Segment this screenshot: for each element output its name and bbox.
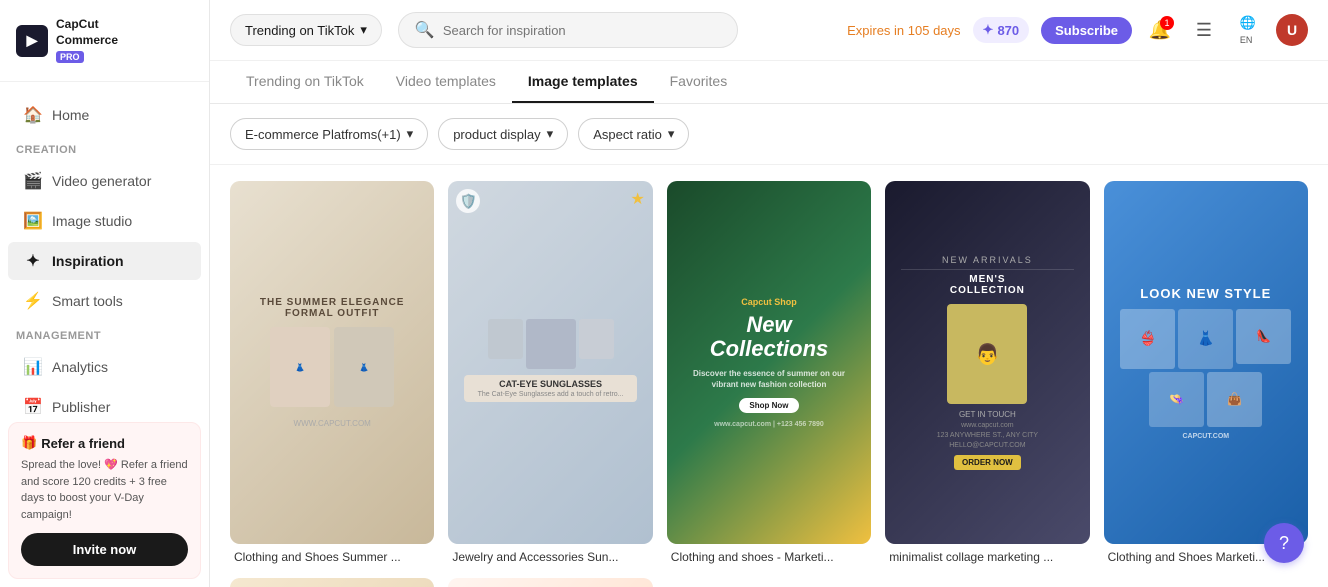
referral-card: 🎁 Refer a friend Spread the love! 💖 Refe… <box>8 422 201 579</box>
card-1-title: Clothing and Shoes Summer ... <box>230 544 434 564</box>
card-4-title: minimalist collage marketing ... <box>885 544 1089 564</box>
sidebar-item-video-generator-label: Video generator <box>52 173 151 189</box>
layout-icon: ☰ <box>1196 20 1212 41</box>
filter-ecommerce[interactable]: E-commerce Platfroms(+1) ▾ <box>230 118 428 150</box>
referral-title-text: Refer a friend <box>41 436 125 451</box>
card-3-title: Clothing and shoes - Marketi... <box>667 544 871 564</box>
sidebar-item-smart-tools[interactable]: ⚡ Smart tools <box>8 282 201 320</box>
invite-button[interactable]: Invite now <box>21 533 188 566</box>
template-grid-container: THE SUMMER ELEGANCEFORMAL OUTFIT 👗 👗 WWW… <box>210 165 1328 587</box>
language-button[interactable]: 🌐EN <box>1232 14 1264 46</box>
referral-title: 🎁 Refer a friend <box>21 435 188 451</box>
template-card-3[interactable]: Capcut Shop NewCollections Discover the … <box>667 181 871 564</box>
filter-ecommerce-label: E-commerce Platfroms(+1) <box>245 127 401 142</box>
logo-text-group: CapCut Commerce PRO <box>56 16 118 65</box>
tab-video-templates[interactable]: Video templates <box>380 61 512 103</box>
credits-button[interactable]: ✦ 870 <box>973 17 1030 43</box>
sidebar: ▶ CapCut Commerce PRO 🏠 Home Creation 🎬 … <box>0 0 210 587</box>
user-avatar[interactable]: U <box>1276 14 1308 46</box>
chevron-down-icon: ▾ <box>360 22 367 38</box>
template-card-6[interactable]: Mini VlogEps. 07 Mix andMatch 📸 Mix and … <box>230 578 434 587</box>
analytics-icon: 📊 <box>24 358 42 376</box>
sidebar-item-inspiration[interactable]: ✦ Inspiration <box>8 242 201 280</box>
sidebar-item-home[interactable]: 🏠 Home <box>8 96 201 134</box>
trending-label: Trending on TikTok <box>245 23 354 38</box>
sidebar-item-analytics[interactable]: 📊 Analytics <box>8 348 201 386</box>
tabs-bar: Trending on TikTok Video templates Image… <box>210 61 1328 104</box>
management-section-label: Management <box>0 322 209 346</box>
notification-button[interactable]: 🔔 1 <box>1144 14 1176 46</box>
diamond-icon: ✦ <box>983 22 994 38</box>
image-studio-icon: 🖼️ <box>24 212 42 230</box>
referral-description: Spread the love! 💖 Refer a friend and sc… <box>21 457 188 523</box>
template-card-4[interactable]: NEW ARRIVALS MEN'SCOLLECTION 👨 GET IN TO… <box>885 181 1089 564</box>
header-right: Expires in 105 days ✦ 870 Subscribe 🔔 1 … <box>847 14 1308 46</box>
subscribe-button[interactable]: Subscribe <box>1041 17 1132 44</box>
credits-value: 870 <box>997 23 1019 38</box>
globe-icon: 🌐EN <box>1240 15 1256 46</box>
sidebar-item-inspiration-label: Inspiration <box>52 253 124 269</box>
trending-dropdown[interactable]: Trending on TikTok ▾ <box>230 14 382 46</box>
publisher-icon: 📅 <box>24 398 42 414</box>
chevron-down-icon-product: ▾ <box>547 126 554 142</box>
search-icon: 🔍 <box>415 20 435 40</box>
sidebar-item-image-studio[interactable]: 🖼️ Image studio <box>8 202 201 240</box>
filters-bar: E-commerce Platfroms(+1) ▾ product displ… <box>210 104 1328 165</box>
referral-icon: 🎁 <box>21 435 37 451</box>
logo-icon: ▶ <box>16 25 48 57</box>
sidebar-item-home-label: Home <box>52 107 89 123</box>
layout-button[interactable]: ☰ <box>1188 14 1220 46</box>
smart-tools-icon: ⚡ <box>24 292 42 310</box>
template-card-7[interactable]: WWW.CAPCUT.COM +123-456-789 NEWCOLLECTIO… <box>448 578 652 587</box>
sidebar-item-analytics-label: Analytics <box>52 359 108 375</box>
inspiration-icon: ✦ <box>24 252 42 270</box>
tab-favorites[interactable]: Favorites <box>654 61 744 103</box>
chevron-down-icon-aspect: ▾ <box>668 126 675 142</box>
shield-icon-card2: 🛡️ <box>456 189 480 213</box>
main-content: Trending on TikTok ▾ 🔍 Expires in 105 da… <box>210 0 1328 587</box>
logo-pro-badge: PRO <box>56 51 84 63</box>
sidebar-item-video-generator[interactable]: 🎬 Video generator <box>8 162 201 200</box>
help-button[interactable]: ? <box>1264 523 1304 563</box>
star-icon-card2[interactable]: ★ <box>630 189 644 209</box>
logo-name: CapCut Commerce <box>56 17 118 47</box>
creation-section-label: Creation <box>0 136 209 160</box>
expires-text: Expires in 105 days <box>847 23 960 38</box>
sidebar-item-publisher-label: Publisher <box>52 399 110 414</box>
logo-area: ▶ CapCut Commerce PRO <box>0 0 209 82</box>
header: Trending on TikTok ▾ 🔍 Expires in 105 da… <box>210 0 1328 61</box>
template-card-1[interactable]: THE SUMMER ELEGANCEFORMAL OUTFIT 👗 👗 WWW… <box>230 181 434 564</box>
card-2-title: Jewelry and Accessories Sun... <box>448 544 652 564</box>
search-bar[interactable]: 🔍 <box>398 12 738 48</box>
sidebar-nav: 🏠 Home Creation 🎬 Video generator 🖼️ Ima… <box>0 82 209 414</box>
template-card-2[interactable]: CAT-EYE SUNGLASSES The Cat-Eye Sunglasse… <box>448 181 652 564</box>
sidebar-item-smart-tools-label: Smart tools <box>52 293 123 309</box>
video-generator-icon: 🎬 <box>24 172 42 190</box>
template-card-5[interactable]: LOOK NEW STYLE 👙 👗 👠 👒 👜 CAPCUT.COM <box>1104 181 1308 564</box>
home-icon: 🏠 <box>24 106 42 124</box>
tab-trending[interactable]: Trending on TikTok <box>230 61 380 103</box>
lang-label: EN <box>1240 35 1253 45</box>
tab-image-templates[interactable]: Image templates <box>512 61 654 103</box>
sidebar-item-image-studio-label: Image studio <box>52 213 132 229</box>
chevron-down-icon-ecommerce: ▾ <box>407 126 414 142</box>
filter-product-display-label: product display <box>453 127 540 142</box>
sidebar-item-publisher[interactable]: 📅 Publisher <box>8 388 201 414</box>
template-grid: THE SUMMER ELEGANCEFORMAL OUTFIT 👗 👗 WWW… <box>230 181 1308 587</box>
filter-aspect-ratio-label: Aspect ratio <box>593 127 662 142</box>
search-input[interactable] <box>443 23 721 38</box>
notification-badge: 1 <box>1160 16 1174 30</box>
filter-aspect-ratio[interactable]: Aspect ratio ▾ <box>578 118 689 150</box>
filter-product-display[interactable]: product display ▾ <box>438 118 568 150</box>
